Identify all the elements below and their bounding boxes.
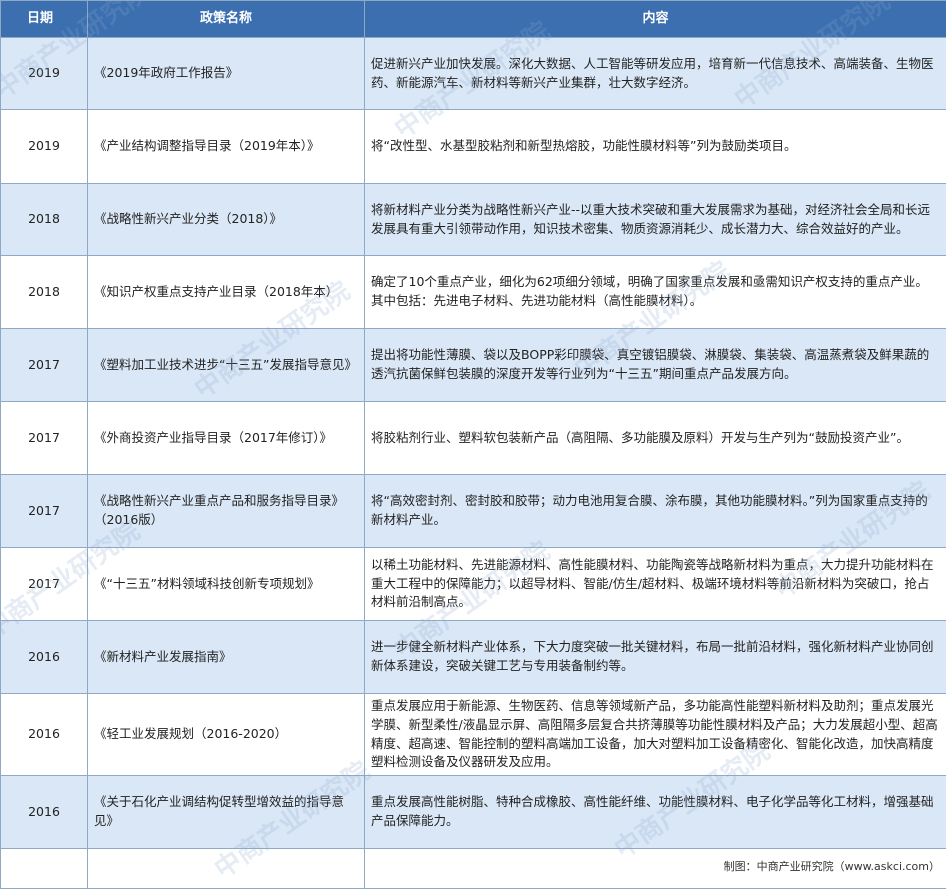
cell-date: 2016	[1, 621, 88, 694]
cell-date: 2016	[1, 776, 88, 849]
cell-content: 提出将功能性薄膜、袋以及BOPP彩印膜袋、真空镀铝膜袋、淋膜袋、集装袋、高温蒸煮…	[365, 329, 946, 402]
cell-date: 2017	[1, 475, 88, 548]
cell-date: 2019	[1, 110, 88, 184]
cell-policy-name: 《外商投资产业指导目录（2017年修订）》	[88, 402, 365, 475]
table-row: 2017《塑料加工业技术进步“十三五”发展指导意见》提出将功能性薄膜、袋以及BO…	[1, 329, 946, 402]
table-row: 2017《“十三五”材料领域科技创新专项规划》以稀土功能材料、先进能源材料、高性…	[1, 548, 946, 621]
cell-policy-name: 《知识产权重点支持产业目录（2018年本）	[88, 256, 365, 329]
cell-content: 进一步健全新材料产业体系，下大力度突破一批关键材料，布局一批前沿材料，强化新材料…	[365, 621, 946, 694]
cell-date: 2016	[1, 694, 88, 776]
footer-empty-date	[1, 849, 88, 889]
table-row: 2018《知识产权重点支持产业目录（2018年本）确定了10个重点产业，细化为6…	[1, 256, 946, 329]
cell-date: 2017	[1, 329, 88, 402]
table-row: 2017《战略性新兴产业重点产品和服务指导目录》（2016版）将“高效密封剂、密…	[1, 475, 946, 548]
table-row: 2019《产业结构调整指导目录（2019年本）》将“改性型、水基型胶粘剂和新型热…	[1, 110, 946, 184]
table-row: 2016《关于石化产业调结构促转型增效益的指导意见》重点发展高性能树脂、特种合成…	[1, 776, 946, 849]
footer-empty-name	[88, 849, 365, 889]
cell-policy-name: 《产业结构调整指导目录（2019年本）》	[88, 110, 365, 184]
header-date: 日期	[1, 1, 88, 38]
cell-policy-name: 《战略性新兴产业分类（2018）》	[88, 184, 365, 256]
header-policy-name: 政策名称	[88, 1, 365, 38]
footer-row: 制图：中商产业研究院（www.askci.com）	[1, 849, 946, 889]
header-content: 内容	[365, 1, 946, 38]
cell-date: 2019	[1, 38, 88, 110]
source-credit: 制图：中商产业研究院（www.askci.com）	[365, 849, 946, 889]
cell-content: 将“高效密封剂、密封胶和胶带；动力电池用复合膜、涂布膜，其他功能膜材料。”列为国…	[365, 475, 946, 548]
cell-content: 确定了10个重点产业，细化为62项细分领域，明确了国家重点发展和亟需知识产权支持…	[365, 256, 946, 329]
cell-policy-name: 《“十三五”材料领域科技创新专项规划》	[88, 548, 365, 621]
cell-policy-name: 《关于石化产业调结构促转型增效益的指导意见》	[88, 776, 365, 849]
cell-date: 2017	[1, 402, 88, 475]
cell-date: 2017	[1, 548, 88, 621]
table-row: 2016《轻工业发展规划（2016-2020）重点发展应用于新能源、生物医药、信…	[1, 694, 946, 776]
cell-content: 将“改性型、水基型胶粘剂和新型热熔胶，功能性膜材料等”列为鼓励类项目。	[365, 110, 946, 184]
cell-content: 促进新兴产业加快发展。深化大数据、人工智能等研发应用，培育新一代信息技术、高端装…	[365, 38, 946, 110]
cell-content: 将新材料产业分类为战略性新兴产业--以重大技术突破和重大发展需求为基础，对经济社…	[365, 184, 946, 256]
cell-content: 将胶粘剂行业、塑料软包装新产品（高阻隔、多功能膜及原料）开发与生产列为“鼓励投资…	[365, 402, 946, 475]
cell-policy-name: 《轻工业发展规划（2016-2020）	[88, 694, 365, 776]
cell-policy-name: 《战略性新兴产业重点产品和服务指导目录》（2016版）	[88, 475, 365, 548]
table-row: 2016《新材料产业发展指南》进一步健全新材料产业体系，下大力度突破一批关键材料…	[1, 621, 946, 694]
cell-date: 2018	[1, 184, 88, 256]
header-row: 日期 政策名称 内容	[1, 1, 946, 38]
cell-content: 以稀土功能材料、先进能源材料、高性能膜材料、功能陶瓷等战略新材料为重点，大力提升…	[365, 548, 946, 621]
cell-date: 2018	[1, 256, 88, 329]
table-row: 2019《2019年政府工作报告》促进新兴产业加快发展。深化大数据、人工智能等研…	[1, 38, 946, 110]
table-row: 2017《外商投资产业指导目录（2017年修订）》将胶粘剂行业、塑料软包装新产品…	[1, 402, 946, 475]
cell-policy-name: 《2019年政府工作报告》	[88, 38, 365, 110]
cell-content: 重点发展高性能树脂、特种合成橡胶、高性能纤维、功能性膜材料、电子化学品等化工材料…	[365, 776, 946, 849]
cell-content: 重点发展应用于新能源、生物医药、信息等领域新产品，多功能高性能塑料新材料及助剂；…	[365, 694, 946, 776]
policy-table: 日期 政策名称 内容 2019《2019年政府工作报告》促进新兴产业加快发展。深…	[0, 0, 946, 889]
cell-policy-name: 《新材料产业发展指南》	[88, 621, 365, 694]
table-row: 2018《战略性新兴产业分类（2018）》将新材料产业分类为战略性新兴产业--以…	[1, 184, 946, 256]
cell-policy-name: 《塑料加工业技术进步“十三五”发展指导意见》	[88, 329, 365, 402]
